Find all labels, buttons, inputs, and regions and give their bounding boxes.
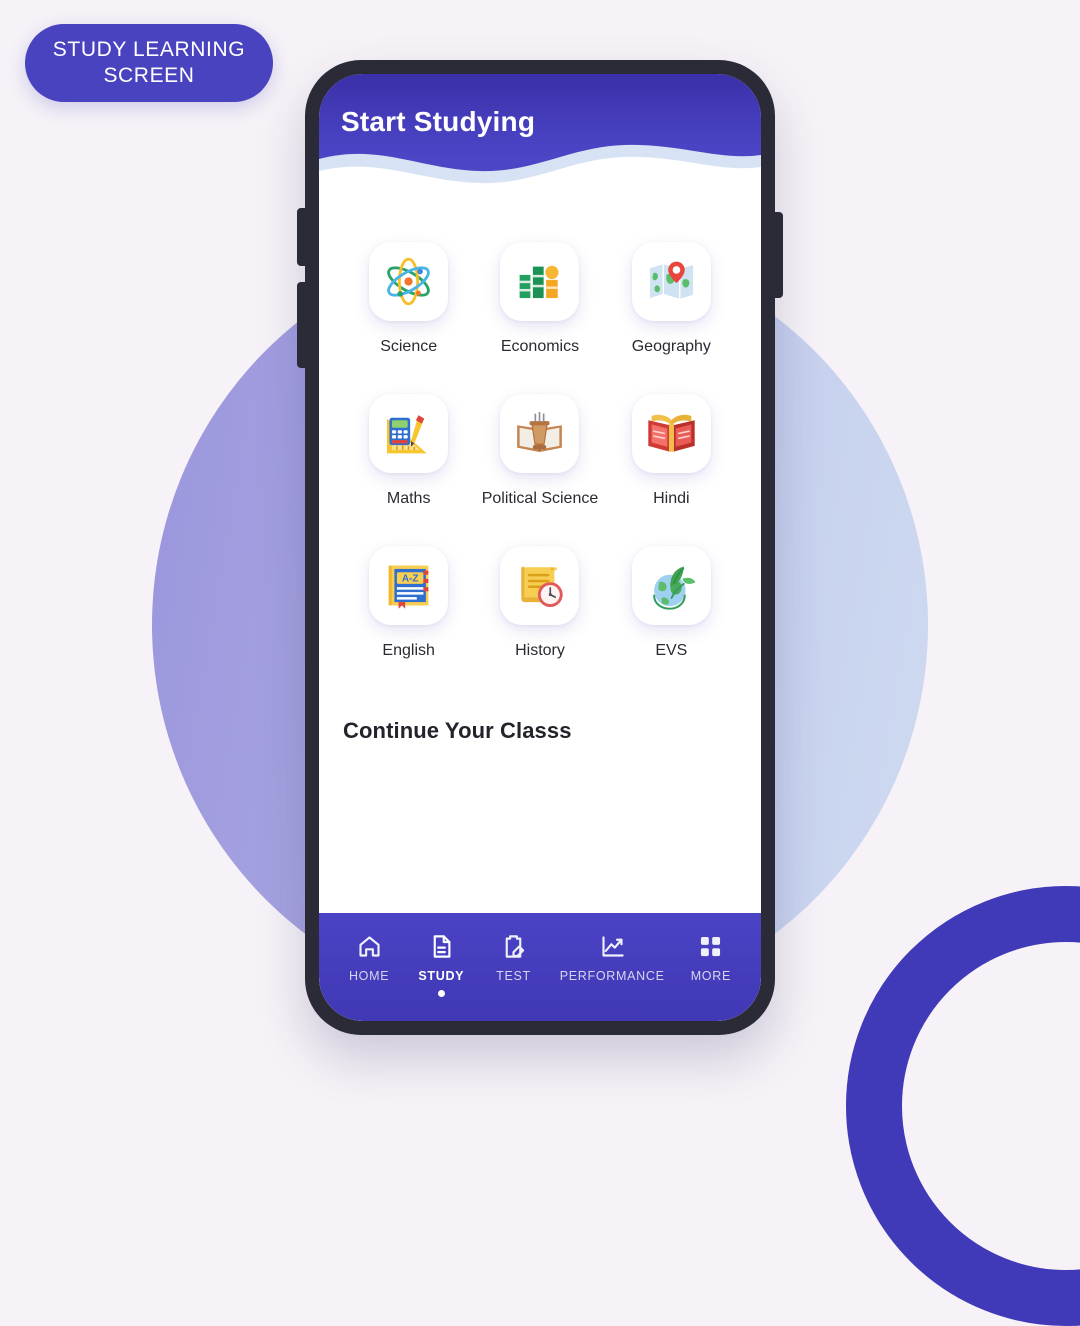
- nav-item-more[interactable]: MORE: [685, 933, 737, 983]
- subject-item-evs[interactable]: EVS: [606, 546, 737, 660]
- nav-label: PERFORMANCE: [559, 969, 665, 983]
- subject-card: [631, 242, 711, 321]
- chart-line-icon: [602, 936, 624, 957]
- grid-icon: [701, 936, 721, 957]
- nav-item-study[interactable]: STUDY: [415, 933, 467, 997]
- subject-card: [500, 546, 580, 625]
- scroll-clock-icon: [521, 566, 564, 608]
- subject-item-maths[interactable]: Maths: [343, 394, 474, 508]
- subject-label: Science: [380, 338, 438, 355]
- volume-down-button[interactable]: [297, 282, 306, 368]
- subject-label: Geography: [631, 338, 711, 355]
- calculator-ruler-icon: [387, 415, 427, 454]
- home-icon: [359, 936, 380, 957]
- subject-label: Hindi: [653, 490, 690, 507]
- volume-up-button[interactable]: [297, 208, 306, 266]
- subject-item-history[interactable]: History: [474, 546, 605, 660]
- app-header: Start Studying: [319, 74, 761, 195]
- subject-item-hindi[interactable]: Hindi: [606, 394, 737, 508]
- atom-icon: [387, 257, 430, 306]
- phone-screen: Start Studying Science Economics Geograp…: [319, 74, 761, 1021]
- subject-label: History: [515, 642, 565, 659]
- nav-item-home[interactable]: HOME: [343, 933, 395, 983]
- clipboard-pencil-icon: [505, 935, 525, 958]
- subject-label: Economics: [500, 338, 580, 355]
- phone-mockup: Start Studying Science Economics Geograp…: [297, 60, 783, 1035]
- nav-label: STUDY: [418, 969, 465, 983]
- bottom-navigation: HOME STUDY TEST PERFORMANCE MORE: [319, 913, 761, 1021]
- nav-label: HOME: [348, 969, 390, 983]
- podium-book-icon: [517, 411, 563, 452]
- background-ring: [846, 886, 1080, 1326]
- page-title: Start Studying: [341, 106, 536, 137]
- map-pin-icon: [649, 261, 693, 299]
- subject-card: [369, 394, 449, 473]
- nav-item-performance[interactable]: PERFORMANCE: [560, 933, 665, 983]
- power-button[interactable]: [774, 212, 783, 298]
- subject-card: [631, 546, 711, 625]
- subject-card: [369, 242, 449, 321]
- subject-card: [500, 394, 580, 473]
- subject-item-english[interactable]: A-Z English: [343, 546, 474, 660]
- subject-card: A-Z: [369, 546, 449, 625]
- open-book-icon: [648, 414, 695, 452]
- subject-grid: Science Economics Geography Maths Politi…: [343, 242, 737, 660]
- subject-label: EVS: [655, 642, 688, 659]
- subject-item-economics[interactable]: Economics: [474, 242, 605, 356]
- header-wave-decoration: [319, 144, 761, 195]
- money-stacks-icon: [520, 265, 560, 299]
- subject-label: English: [382, 642, 435, 659]
- subject-item-geography[interactable]: Geography: [606, 242, 737, 356]
- continue-section-title: Continue Your Classs: [343, 718, 572, 743]
- document-icon: [433, 935, 451, 958]
- subject-item-political-science[interactable]: Political Science: [474, 394, 605, 508]
- nav-item-test[interactable]: TEST: [488, 933, 540, 983]
- nav-label: MORE: [690, 969, 731, 983]
- subject-card: [500, 242, 580, 321]
- subject-label: Maths: [386, 490, 431, 507]
- subject-card: [631, 394, 711, 473]
- globe-leaf-icon: [652, 566, 696, 610]
- svg-text:A-Z: A-Z: [402, 573, 419, 584]
- active-tab-indicator: [437, 990, 445, 997]
- dictionary-book-icon: A-Z: [388, 565, 429, 609]
- subject-label: Political Science: [481, 490, 599, 507]
- screen-title-badge: STUDY LEARNING SCREEN: [25, 24, 273, 102]
- screen-content: Science Economics Geography Maths Politi…: [319, 194, 761, 913]
- nav-label: TEST: [496, 969, 531, 983]
- subject-item-science[interactable]: Science: [343, 242, 474, 356]
